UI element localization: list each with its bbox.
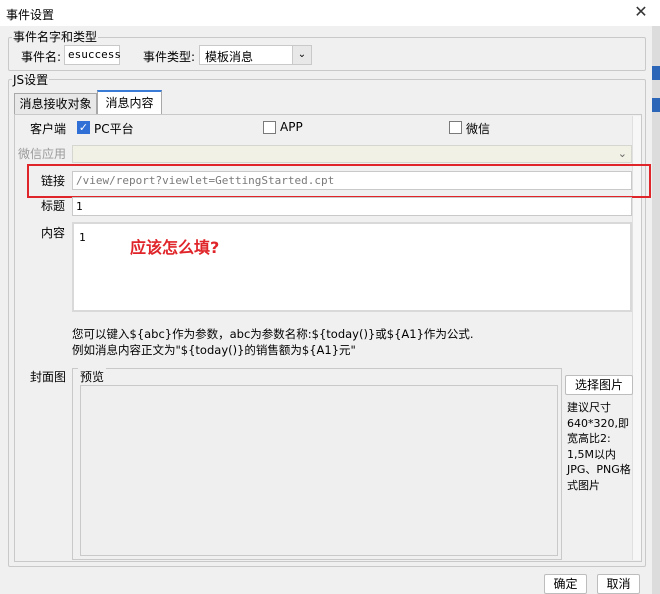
link-label: 链接 <box>41 174 66 188</box>
size-hint-line: 1,5M以内 <box>567 447 616 461</box>
js-settings-legend: JS设置 <box>12 71 50 88</box>
chevron-down-icon[interactable]: ⌄ <box>618 147 627 160</box>
name-type-legend: 事件名字和类型 <box>12 28 99 45</box>
event-type-select[interactable]: 模板消息 ⌄ <box>199 45 312 65</box>
wechat-checkbox[interactable] <box>449 121 462 134</box>
window-title: 事件设置 <box>6 8 55 22</box>
title-label: 标题 <box>41 199 66 213</box>
content-label: 内容 <box>41 226 66 240</box>
wechat-app-label: 微信应用 <box>18 147 67 161</box>
wechat-label: 微信 <box>466 122 491 136</box>
size-hint: 建议尺寸 640*320,即 宽高比2: 1,5M以内 JPG、PNG格 式图片 <box>567 400 631 493</box>
preview-area <box>80 385 558 556</box>
tab-message-content[interactable]: 消息内容 <box>97 90 162 115</box>
size-hint-line: 建议尺寸 <box>567 401 611 414</box>
size-hint-line: 640*320,即 <box>567 416 629 430</box>
annotation-text: 应该怎么填? <box>130 238 220 257</box>
size-hint-line: JPG、PNG格 <box>567 463 631 476</box>
link-input[interactable]: /view/report?viewlet=GettingStarted.cpt <box>72 171 632 190</box>
background-window-strip <box>652 26 660 594</box>
pc-platform-label: PC平台 <box>94 122 134 136</box>
chevron-down-icon[interactable]: ⌄ <box>292 46 311 64</box>
select-image-button[interactable]: 选择图片 <box>565 375 633 395</box>
hint-line-1: 您可以键入${abc}作为参数，abc为参数名称:${today()}或${A1… <box>72 327 474 341</box>
client-label: 客户端 <box>30 122 67 136</box>
pc-platform-checkbox[interactable]: ✓ <box>77 121 90 134</box>
hint-line-2: 例如消息内容正文为"${today()}的销售额为${A1}元" <box>72 343 356 357</box>
event-type-label: 事件类型: <box>143 50 196 64</box>
title-input[interactable]: 1 <box>72 197 632 216</box>
size-hint-line: 宽高比2: <box>567 432 611 445</box>
event-name-field[interactable]: esuccess <box>64 45 121 65</box>
size-hint-line: 式图片 <box>567 478 600 492</box>
wechat-app-select[interactable]: ⌄ <box>72 145 632 163</box>
tab-recipients[interactable]: 消息接收对象 <box>14 93 97 115</box>
cover-label: 封面图 <box>30 370 67 384</box>
close-icon[interactable]: ✕ <box>632 3 650 21</box>
preview-label: 预览 <box>78 368 107 385</box>
app-label: APP <box>280 120 303 134</box>
app-checkbox[interactable] <box>263 121 276 134</box>
title-bar <box>0 0 660 26</box>
content-value: 1 <box>79 231 86 244</box>
cancel-button[interactable]: 取消 <box>597 574 640 594</box>
ok-button[interactable]: 确定 <box>544 574 587 594</box>
event-type-value: 模板消息 <box>205 50 254 64</box>
event-name-label: 事件名: <box>21 50 62 64</box>
